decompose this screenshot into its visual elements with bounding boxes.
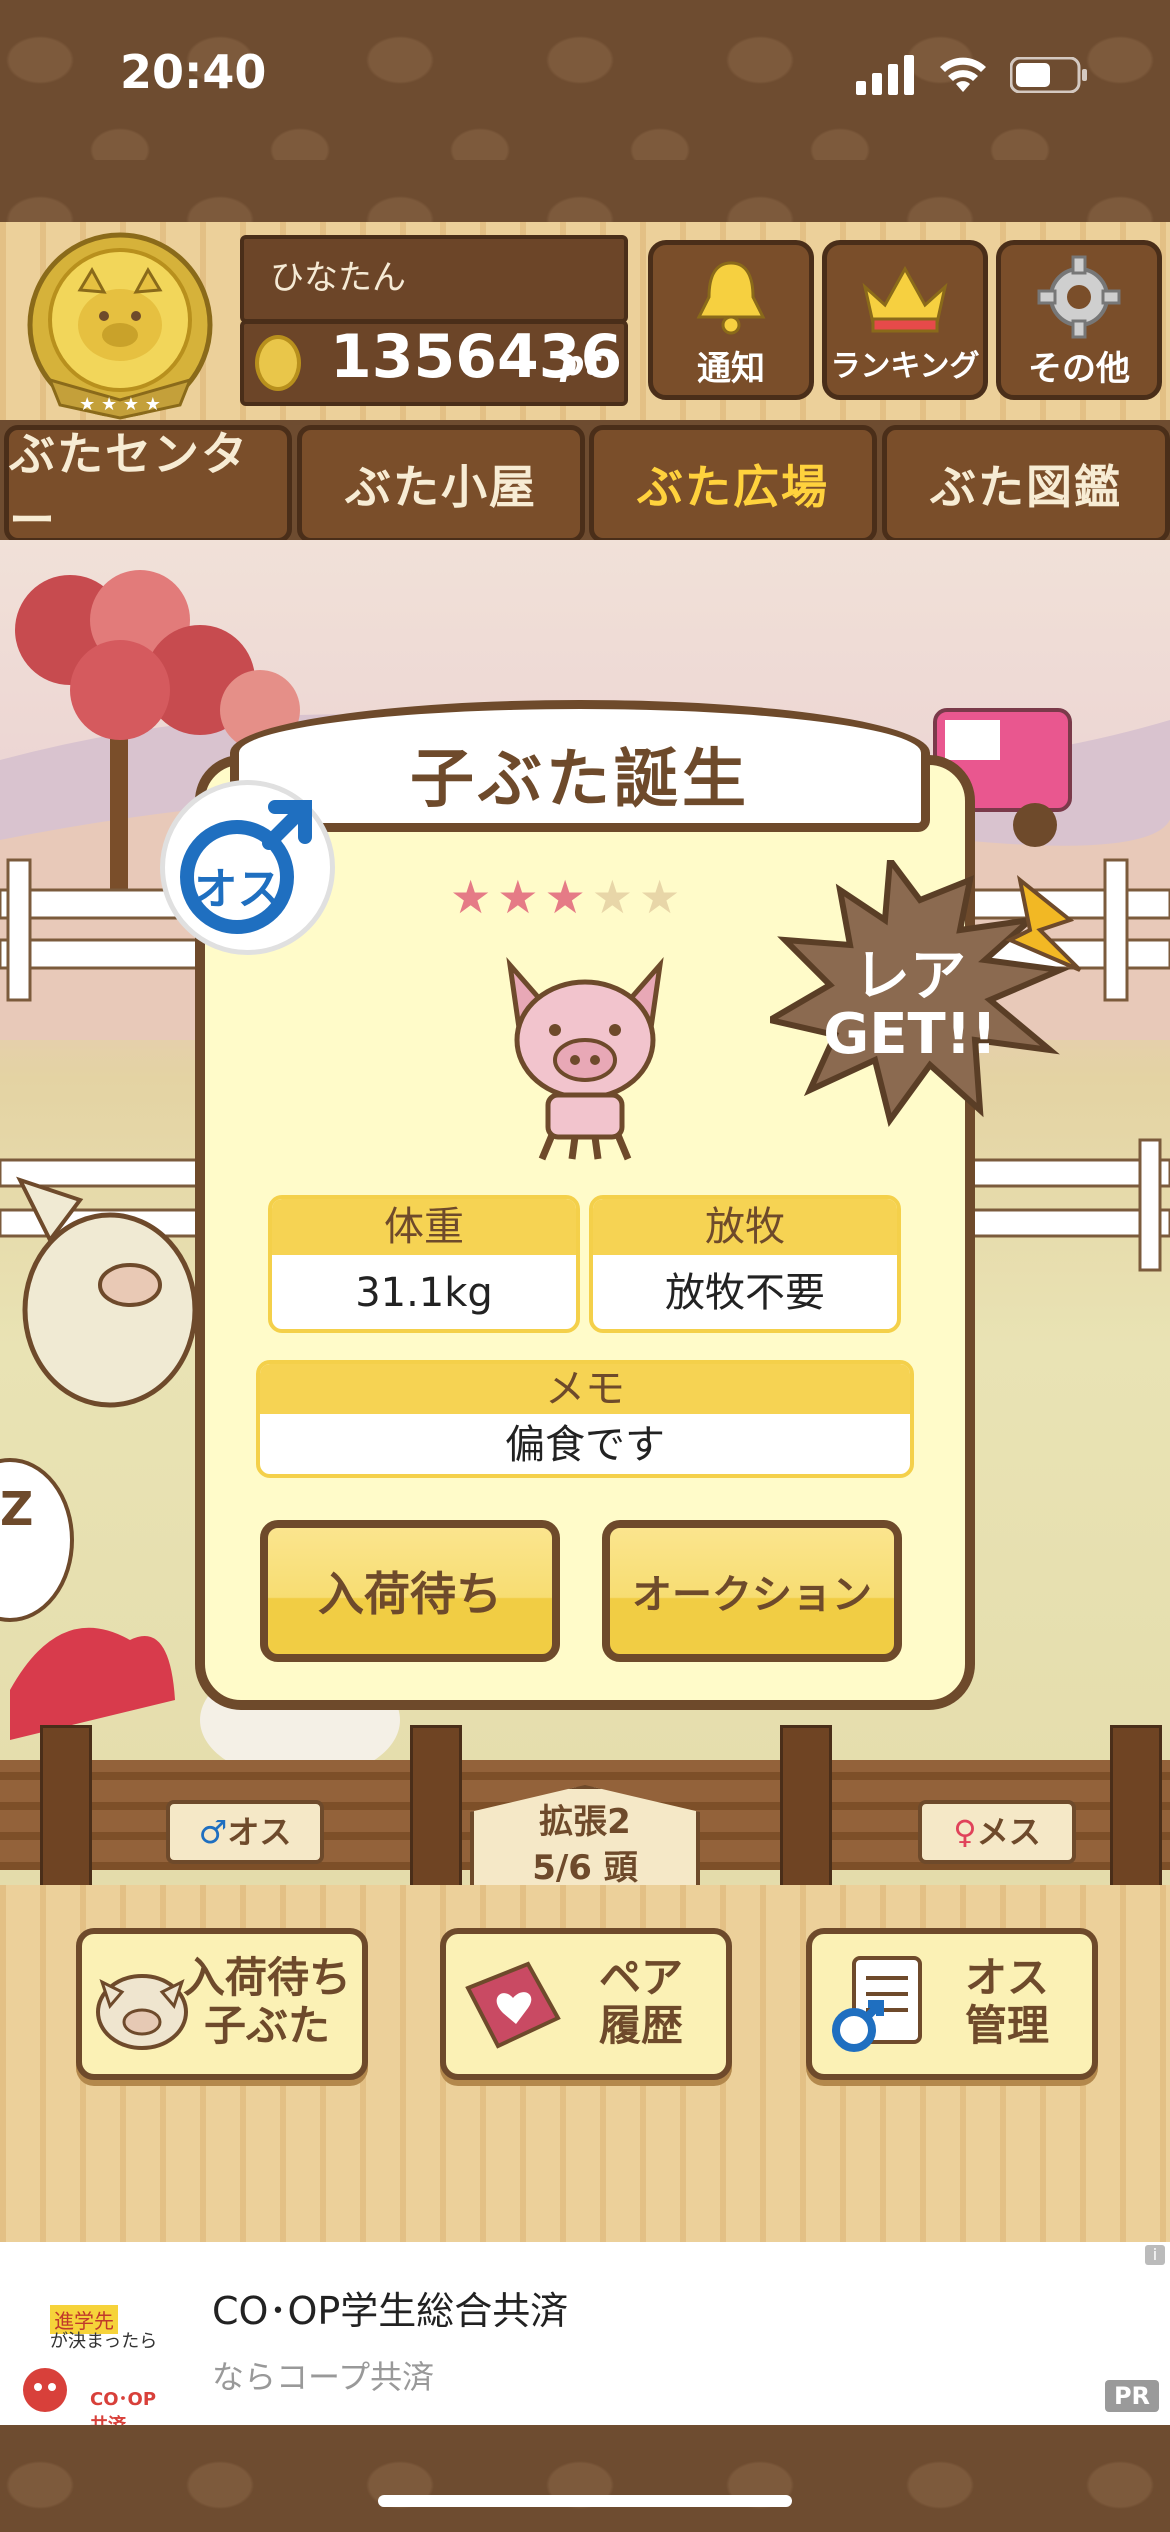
svg-text:Z: Z (0, 1482, 33, 1536)
home-indicator[interactable] (378, 2495, 792, 2507)
male-symbol-icon: ♂ (198, 1813, 228, 1851)
top-background (0, 0, 1170, 225)
tab-label: ぶた小屋 (345, 460, 537, 514)
rare-badge-line1: レア (854, 944, 966, 1009)
ad-info-icon[interactable]: i (1145, 2245, 1165, 2265)
fence-post (1110, 1725, 1162, 1901)
waiting-button[interactable]: 入荷待ち (260, 1520, 560, 1662)
memo-label: メモ (260, 1364, 910, 1414)
male-manage-line2: 管理 (964, 2001, 1049, 2050)
wifi-icon (940, 57, 986, 92)
male-pen-sign[interactable]: ♂オス (166, 1800, 324, 1864)
rare-get-badge: レア GET!! (770, 860, 1090, 1130)
status-time: 20:40 (120, 45, 267, 99)
star-filled-icon: ★ (544, 870, 592, 924)
rare-badge-text: レア GET!! (790, 948, 1030, 1064)
memo-box: メモ 偏食です (256, 1360, 914, 1478)
tab-buta-hut[interactable]: ぶた小屋 (297, 425, 585, 543)
female-pen-sign[interactable]: ♀メス (918, 1800, 1076, 1864)
male-manage-button[interactable]: オス 管理 (806, 1928, 1098, 2080)
crown-icon (862, 265, 948, 333)
notify-button[interactable]: 通知 (648, 240, 814, 400)
tab-buta-field[interactable]: ぶた広場 (589, 425, 877, 543)
tab-label: ぶた図鑑 (930, 460, 1122, 514)
star-empty-icon: ★ (639, 870, 687, 924)
pair-history-line2: 履歴 (598, 2001, 683, 2050)
pig-face-icon (96, 1974, 188, 2050)
mascot-icon (23, 2368, 67, 2412)
rating-stars: ★★★★★ (450, 870, 720, 924)
rare-badge-line2: GET!! (823, 1002, 997, 1067)
signal-icon (856, 55, 914, 95)
ad-banner[interactable] (0, 2242, 1170, 2425)
tab-buta-zukan[interactable]: ぶた図鑑 (882, 425, 1170, 543)
waiting-piglets-button[interactable]: 入荷待ち 子ぶた (76, 1928, 368, 2080)
weight-value: 31.1kg (355, 1270, 493, 1316)
bell-icon (696, 261, 766, 335)
ad-logo[interactable]: 進学先 が決まったら CO･OP共済 (20, 2265, 170, 2436)
tab-label: ぶた広場 (637, 460, 829, 514)
pair-history-button[interactable]: ペア 履歴 (440, 1928, 732, 2080)
ranking-button[interactable]: ランキング (822, 240, 988, 400)
tab-buta-center[interactable]: ぶたセンター (4, 425, 292, 547)
gender-badge: オス (160, 780, 335, 955)
flower-icon (10, 1627, 175, 1740)
bottom-background (0, 2425, 1170, 2532)
battery-icon (1010, 57, 1087, 93)
memo-value: 偏食です (505, 1422, 665, 1468)
gender-label: オス (193, 864, 282, 915)
coin-icon (255, 335, 301, 391)
ad-tagline: が決まったら (50, 2331, 158, 2352)
waiting-piglets-line1: 入荷待ち (182, 1953, 351, 2002)
auction-button[interactable]: オークション (602, 1520, 902, 1662)
other-button[interactable]: その他 (996, 240, 1162, 400)
ranking-label: ランキング (830, 349, 980, 384)
female-sign-label: メス (976, 1813, 1041, 1851)
ad-pr-label: PR (1105, 2380, 1159, 2412)
rank-badge-icon[interactable]: ★ ★ ★ ★ (20, 230, 220, 420)
svg-text:★ ★ ★ ★: ★ ★ ★ ★ (79, 394, 161, 415)
star-filled-icon: ★ (497, 870, 545, 924)
fence-post (410, 1725, 462, 1901)
fence-post (40, 1725, 92, 1901)
gear-icon (1037, 255, 1121, 339)
female-symbol-icon: ♀ (953, 1813, 977, 1851)
tab-label: ぶたセンター (9, 427, 249, 547)
dialog-title: 子ぶた誕生 (410, 743, 750, 817)
waiting-piglets-line2: 子ぶた (203, 2001, 330, 2050)
weight-label: 体重 (272, 1199, 576, 1255)
ranch-value: 放牧不要 (665, 1270, 825, 1316)
user-name: ひなたん (270, 258, 406, 298)
ad-subtitle: ならコープ共済 (212, 2358, 435, 2396)
other-label: その他 (1028, 349, 1130, 389)
male-sign-label: オス (227, 1813, 292, 1851)
waiting-button-label: 入荷待ち (318, 1567, 502, 1621)
fence-post (780, 1725, 832, 1901)
sleep-bubble-icon: Z (0, 1458, 74, 1622)
star-empty-icon: ★ (591, 870, 639, 924)
ad-title[interactable]: CO･OP学生総合共済 (212, 2280, 568, 2335)
pair-history-line1: ペア (598, 1953, 683, 2002)
document-male-icon (832, 1956, 922, 2052)
male-manage-line1: オス (964, 1953, 1049, 2002)
weight-box: 体重 31.1kg (268, 1195, 580, 1333)
expand-level: 拡張2 (539, 1802, 631, 1842)
ranch-box: 放牧 放牧不要 (589, 1195, 901, 1333)
star-filled-icon: ★ (450, 870, 498, 924)
book-heart-icon (465, 1961, 561, 2049)
notify-label: 通知 (697, 349, 765, 389)
points-unit: pt (560, 344, 601, 384)
piglet-icon (506, 957, 664, 1161)
auction-button-label: オークション (632, 1572, 872, 1618)
ranch-label: 放牧 (593, 1199, 897, 1255)
